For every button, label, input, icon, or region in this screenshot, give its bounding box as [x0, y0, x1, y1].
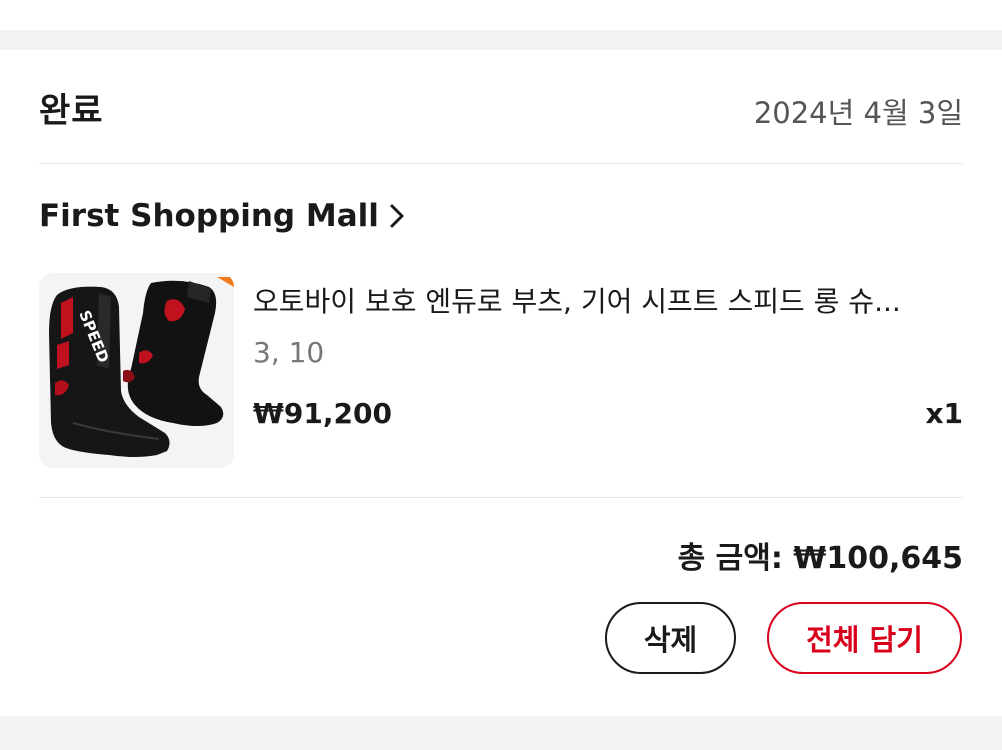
add-all-to-cart-button[interactable]: 전체 담기 — [767, 602, 962, 674]
product-option: 3, 10 — [253, 336, 325, 369]
order-date: 2024년 4월 3일 — [753, 96, 963, 130]
product-image[interactable]: SPEED — [39, 273, 234, 468]
order-total: 총 금액: ₩100,645 — [677, 541, 963, 576]
chevron-right-icon — [390, 204, 404, 228]
product-name[interactable]: 오토바이 보호 엔듀로 부츠, 기어 시프트 스피드 롱 슈... — [253, 280, 953, 320]
store-name: First Shopping Mall — [39, 198, 379, 234]
order-status: 완료 — [39, 91, 104, 131]
order-card: 완료 2024년 4월 3일 First Shopping Mall SPEED — [0, 50, 1002, 716]
boot-image: SPEED — [39, 273, 234, 468]
order-header: 완료 2024년 4월 3일 — [39, 50, 963, 164]
top-strip — [0, 0, 1002, 30]
store-link[interactable]: First Shopping Mall — [39, 198, 411, 234]
product-item[interactable]: SPEED 오토바이 보호 엔듀로 부츠, 기어 시프트 스피드 롱 슈... … — [39, 273, 963, 498]
product-quantity: x1 — [925, 397, 963, 430]
delete-button[interactable]: 삭제 — [605, 602, 736, 674]
product-price: ₩91,200 — [253, 397, 392, 430]
